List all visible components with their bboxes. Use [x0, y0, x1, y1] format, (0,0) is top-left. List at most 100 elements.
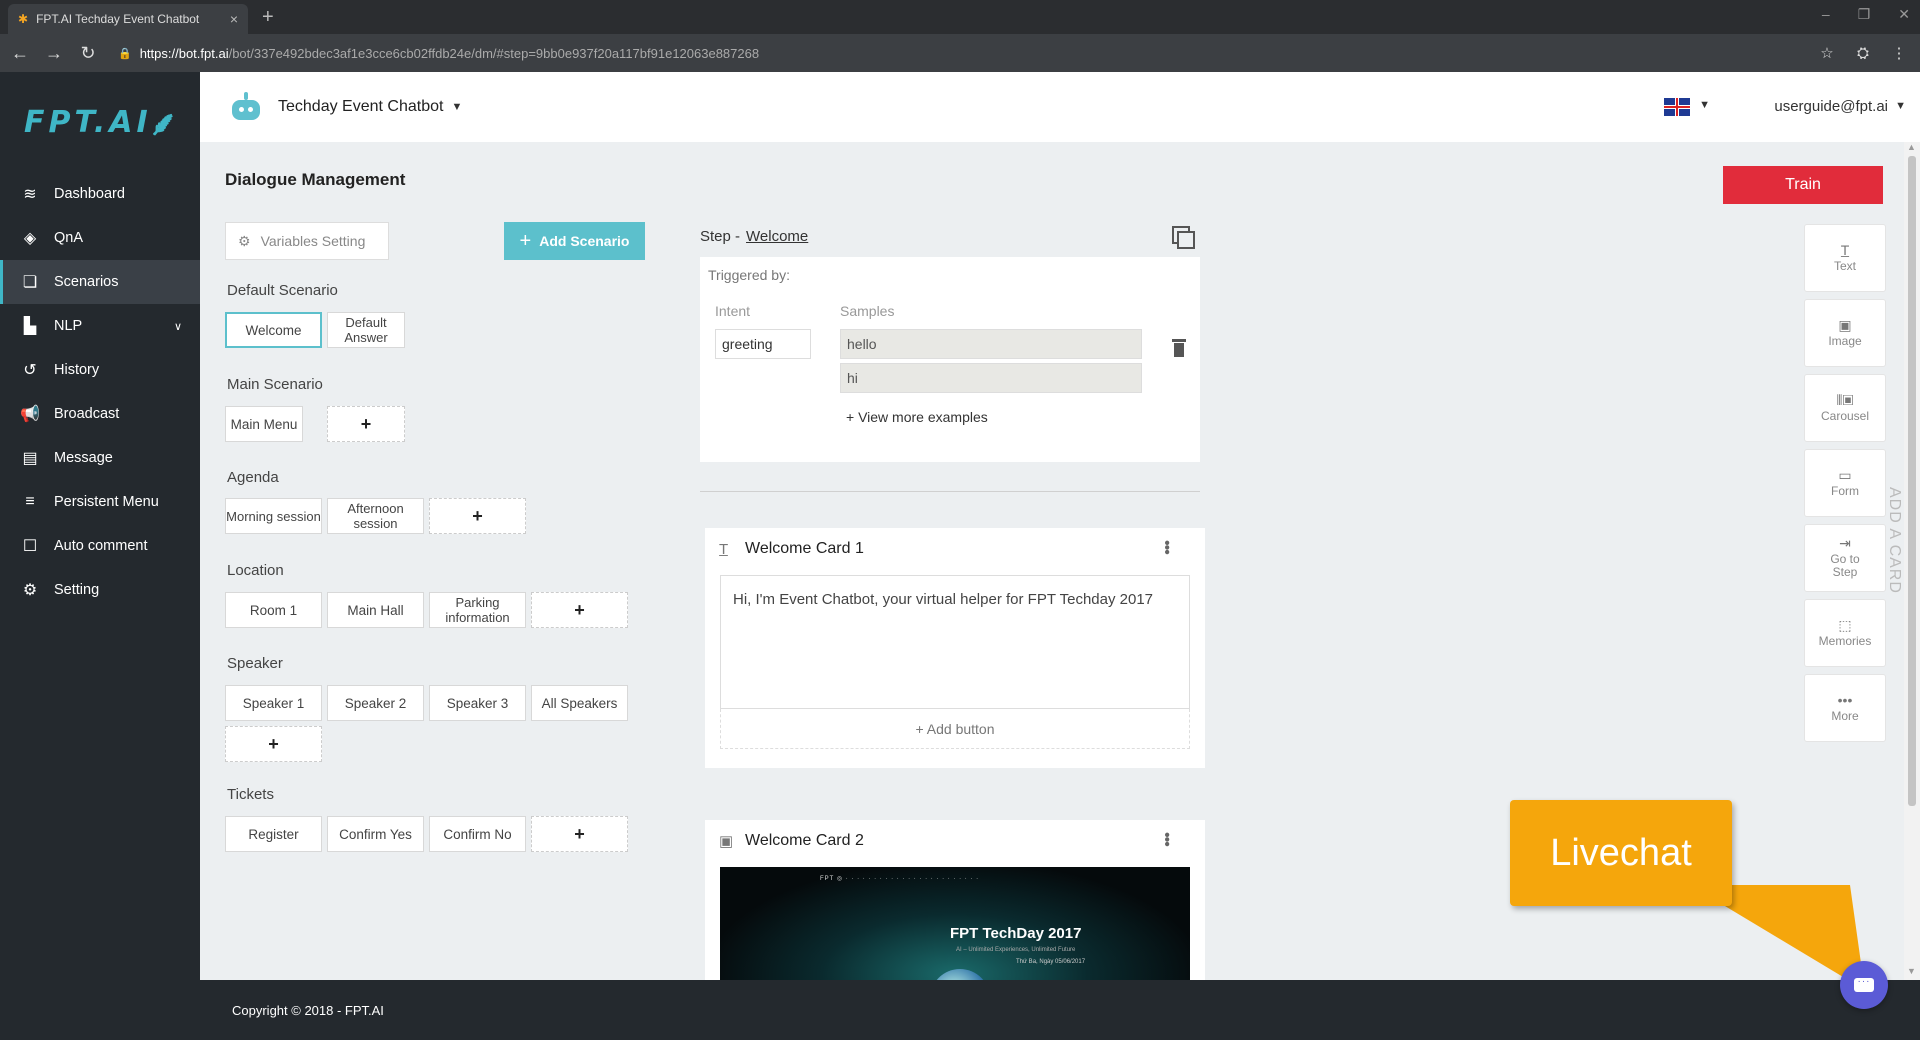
tool-label: Carousel: [1820, 408, 1870, 423]
scrollbar[interactable]: ▲ ▼: [1904, 142, 1920, 980]
tool-label: More: [1831, 708, 1859, 723]
scenario-chip-parking-information[interactable]: Parking information: [429, 592, 526, 628]
tool-form[interactable]: ▭ Form: [1804, 449, 1886, 517]
image-nav-strip: FPT ◎ · · · · · · · · · · · · · · · · · …: [820, 876, 980, 882]
close-window-icon[interactable]: ✕: [1898, 6, 1910, 23]
step-name-link[interactable]: Welcome: [746, 228, 808, 245]
tab-close-icon[interactable]: ×: [230, 11, 238, 27]
tool-more[interactable]: ••• More: [1804, 674, 1886, 742]
url-field[interactable]: 🔒 https://bot.fpt.ai/bot/337e492bdec3af1…: [112, 39, 1802, 67]
scenario-chip-speaker-3[interactable]: Speaker 3: [429, 685, 526, 721]
scenario-chip-afternoon-session[interactable]: Afternoon session: [327, 498, 424, 534]
add-button-link[interactable]: + Add button: [720, 709, 1190, 749]
restore-icon[interactable]: ❐: [1858, 6, 1871, 23]
sidebar-item-label: QnA: [54, 230, 84, 246]
tool-image[interactable]: ▣ Image: [1804, 299, 1886, 367]
qna-icon: ◈: [23, 230, 37, 247]
message-icon: ▤: [22, 450, 38, 467]
user-caret-icon[interactable]: ▼: [1895, 100, 1906, 112]
sidebar-item-setting[interactable]: ⚙ Setting: [0, 568, 200, 612]
language-caret-icon[interactable]: ▼: [1699, 99, 1710, 111]
add-step-button[interactable]: +: [531, 816, 628, 852]
scenario-chip-room-1[interactable]: Room 1: [225, 592, 322, 628]
dialogue-management-panel: Dialogue Management ⚙ Variables Setting +…: [200, 142, 670, 980]
sidebar-item-nlp[interactable]: ▙ NLP ∨: [0, 304, 200, 348]
card-image[interactable]: FPT ◎ · · · · · · · · · · · · · · · · · …: [720, 867, 1190, 980]
sidebar-item-label: History: [54, 362, 100, 378]
fpt-ai-logo[interactable]: FPT.AI ⸙: [0, 72, 200, 172]
scroll-down-icon[interactable]: ▼: [1907, 966, 1916, 976]
sidebar-item-qna[interactable]: ◈ QnA: [0, 216, 200, 260]
section-default-scenario: Default Scenario: [227, 282, 338, 299]
add-a-card-label: ADD A CARD: [1886, 487, 1903, 594]
scrollbar-thumb[interactable]: [1908, 156, 1916, 806]
card-menu-icon[interactable]: •••: [1157, 832, 1175, 846]
image-date: Thứ Ba, Ngày 05/06/2017: [1016, 959, 1086, 965]
step-label: Step -: [700, 228, 741, 245]
sidebar-item-label: Scenarios: [54, 274, 119, 290]
minimize-icon[interactable]: –: [1822, 6, 1830, 23]
browser-tab[interactable]: ✱ FPT.AI Techday Event Chatbot ×: [8, 4, 248, 34]
add-step-button[interactable]: +: [327, 406, 405, 442]
tool-label: Image: [1828, 333, 1862, 348]
scenario-chip-main-hall[interactable]: Main Hall: [327, 592, 424, 628]
view-more-examples-link[interactable]: + View more examples: [846, 409, 988, 425]
sidebar-item-persistent-menu[interactable]: ≡ Persistent Menu: [0, 480, 200, 524]
trash-icon[interactable]: [1172, 339, 1186, 357]
sidebar-item-label: Auto comment: [54, 538, 148, 554]
tool-text[interactable]: T̲ Text: [1804, 224, 1886, 292]
copy-icon[interactable]: [1172, 226, 1195, 249]
back-icon[interactable]: ←: [10, 43, 30, 64]
sample-field[interactable]: hello: [840, 329, 1142, 359]
card-text-field[interactable]: Hi, I'm Event Chatbot, your virtual help…: [720, 575, 1190, 709]
tool-memories[interactable]: ⬚ Memories: [1804, 599, 1886, 667]
scenario-chip-speaker-2[interactable]: Speaker 2: [327, 685, 424, 721]
browser-menu-icon[interactable]: ⋮: [1888, 44, 1910, 62]
scenario-chip-welcome[interactable]: Welcome: [225, 312, 322, 348]
text-card: T̲ Welcome Card 1 ••• Hi, I'm Event Chatb…: [705, 528, 1205, 768]
scenario-chip-confirm-yes[interactable]: Confirm Yes: [327, 816, 424, 852]
sidebar-item-scenarios[interactable]: ❏ Scenarios: [0, 260, 200, 304]
extension-icon[interactable]: ⛭: [1852, 45, 1874, 62]
new-tab-icon[interactable]: +: [262, 6, 274, 29]
sidebar-item-broadcast[interactable]: 📢 Broadcast: [0, 392, 200, 436]
add-step-button[interactable]: +: [531, 592, 628, 628]
scenario-chip-all-speakers[interactable]: All Speakers: [531, 685, 628, 721]
sidebar-item-label: Dashboard: [54, 186, 125, 202]
scenario-chip-confirm-no[interactable]: Confirm No: [429, 816, 526, 852]
sidebar-item-history[interactable]: ↺ History: [0, 348, 200, 392]
scenario-chip-morning-session[interactable]: Morning session: [225, 498, 322, 534]
bot-avatar-icon: [230, 92, 262, 122]
chevron-down-icon[interactable]: ▼: [451, 101, 462, 113]
card-menu-icon[interactable]: •••: [1157, 540, 1175, 554]
train-button[interactable]: Train: [1723, 166, 1883, 204]
forward-icon[interactable]: →: [44, 43, 64, 64]
scroll-up-icon[interactable]: ▲: [1907, 142, 1916, 152]
scenario-chip-main-menu[interactable]: Main Menu: [225, 406, 303, 442]
page-title: Dialogue Management: [225, 170, 406, 189]
scenario-chip-register[interactable]: Register: [225, 816, 322, 852]
add-step-button[interactable]: +: [225, 726, 322, 762]
tool-go-to-step[interactable]: ⇥ Go to Step: [1804, 524, 1886, 592]
livechat-button[interactable]: ···: [1840, 961, 1888, 1009]
add-step-button[interactable]: +: [429, 498, 526, 534]
star-icon[interactable]: ☆: [1816, 44, 1838, 62]
card-title: Welcome Card 2: [745, 832, 864, 849]
tool-label: Form: [1831, 483, 1859, 498]
sidebar-item-dashboard[interactable]: ≋ Dashboard: [0, 172, 200, 216]
sample-field[interactable]: hi: [840, 363, 1142, 393]
tool-carousel[interactable]: ⫴▣ Carousel: [1804, 374, 1886, 442]
nlp-icon: ▙: [23, 318, 37, 335]
scenario-chip-default-answer[interactable]: Default Answer: [327, 312, 405, 348]
sidebar-item-auto-comment[interactable]: ☐ Auto comment: [0, 524, 200, 568]
intent-field[interactable]: greeting: [715, 329, 811, 359]
card-header: T̲ Welcome Card 1: [719, 540, 864, 558]
scenario-chip-speaker-1[interactable]: Speaker 1: [225, 685, 322, 721]
add-scenario-button[interactable]: + Add Scenario: [504, 222, 645, 260]
bot-selector[interactable]: Techday Event Chatbot: [278, 98, 443, 116]
uk-flag-icon[interactable]: [1664, 98, 1690, 116]
reload-icon[interactable]: ↻: [78, 43, 98, 64]
variables-setting-button[interactable]: ⚙ Variables Setting: [225, 222, 389, 260]
user-menu[interactable]: userguide@fpt.ai: [1774, 98, 1888, 115]
sidebar-item-message[interactable]: ▤ Message: [0, 436, 200, 480]
